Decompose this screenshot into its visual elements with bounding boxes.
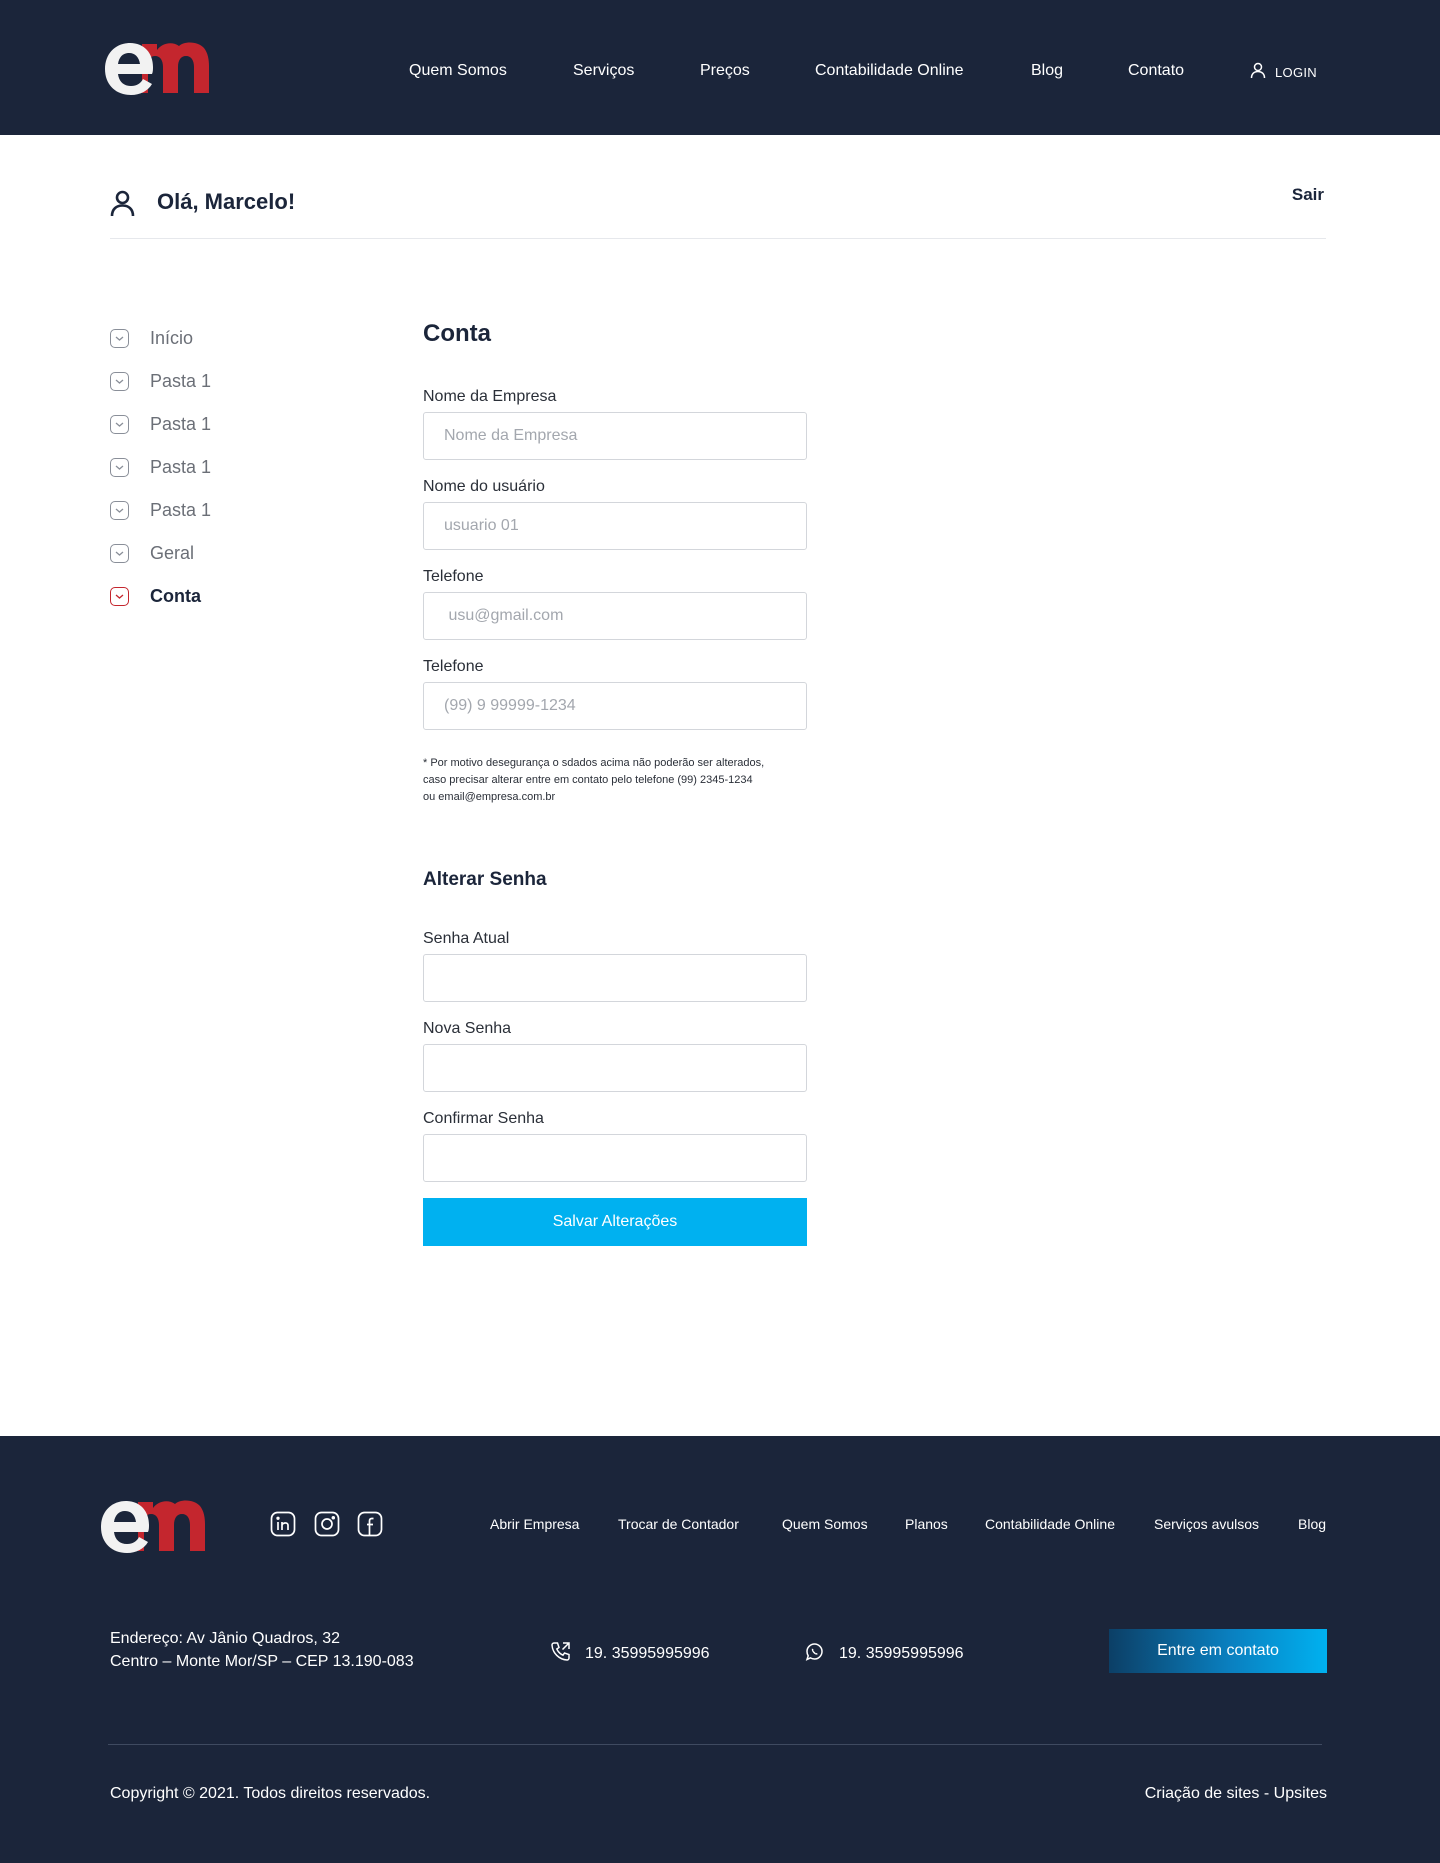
sidebar-item-label: Pasta 1 [150,413,212,434]
contact-us-button[interactable]: Entre em contato [1109,1629,1327,1673]
confirm-password-field[interactable] [423,1134,807,1182]
nav-contato[interactable]: Contato [1128,62,1184,80]
address-line: Centro – Monte Mor/SP – CEP 13.190-083 [110,1653,414,1670]
user-bar: Olá, Marcelo! Sair [110,184,1326,239]
company-name-label: Nome da Empresa [423,388,557,405]
sidebar-item-label: Início [150,327,194,348]
copyright-text: Copyright © 2021. Todos direitos reserva… [110,1785,431,1802]
user-icon [1250,62,1266,82]
nav-servicos[interactable]: Serviços [573,62,634,80]
footer-nav-servicos-avulsos[interactable]: Serviços avulsos [1154,1516,1259,1532]
sidebar-item-pasta-1[interactable]: Pasta 1 [110,366,350,396]
site-footer: Abrir Empresa Trocar de Contador Quem So… [0,1436,1440,1863]
linkedin-icon[interactable] [270,1511,296,1537]
username-label: Nome do usuário [423,478,545,495]
email-label: Telefone [423,568,484,585]
checkbox-icon [110,414,129,434]
note-line: ou email@empresa.com.br [423,791,556,803]
nav-precos[interactable]: Preços [700,62,750,80]
current-password-label: Senha Atual [423,930,510,947]
company-name-field[interactable] [423,412,807,460]
footer-nav-contabilidade-online[interactable]: Contabilidade Online [985,1516,1115,1532]
user-avatar-icon [110,190,135,222]
login-link[interactable]: LOGIN [1250,62,1317,82]
confirm-password-label: Confirmar Senha [423,1110,544,1127]
checkbox-icon [110,543,129,563]
nav-blog[interactable]: Blog [1031,62,1063,80]
current-password-field[interactable] [423,954,807,1002]
footer-nav-quem-somos[interactable]: Quem Somos [782,1516,868,1532]
checkbox-icon [110,371,129,391]
phone-number: 19. 35995995996 [585,1645,710,1662]
phone-contact[interactable]: 19. 35995995996 [550,1641,710,1667]
logout-link[interactable]: Sair [1292,185,1324,205]
checkbox-icon [110,328,129,348]
site-header: Quem Somos Serviços Preços Contabilidade… [0,0,1440,135]
address: Endereço: Av Jânio Quadros, 32 Centro – … [110,1627,414,1673]
sidebar-item-geral[interactable]: Geral [110,538,350,568]
brand-logo[interactable] [102,38,214,96]
login-label: LOGIN [1275,64,1317,80]
sidebar-item-pasta-4[interactable]: Pasta 1 [110,495,350,525]
greeting-text: Olá, Marcelo! [157,189,296,214]
whatsapp-number: 19. 35995995996 [839,1645,964,1662]
whatsapp-icon [804,1641,825,1667]
phone-field[interactable] [423,682,807,730]
credit-link[interactable]: Criação de sites - Upsites [1145,1785,1327,1803]
phone-label: Telefone [423,658,484,675]
account-title: Conta [423,320,491,347]
note-line: * Por motivo desegurança o sdados acima … [423,757,765,769]
phone-icon [550,1641,571,1667]
save-changes-button[interactable]: Salvar Alterações [423,1198,807,1246]
checkbox-icon [110,586,129,606]
sidebar-item-label: Geral [150,542,195,563]
address-line: Endereço: Av Jânio Quadros, 32 [110,1630,341,1647]
footer-nav-planos[interactable]: Planos [905,1516,948,1532]
sidebar-item-label: Pasta 1 [150,370,212,391]
sidebar-item-inicio[interactable]: Início [110,323,350,353]
footer-nav-abrir-empresa[interactable]: Abrir Empresa [490,1516,579,1532]
change-password-title: Alterar Senha [423,869,547,890]
nav-contabilidade-online[interactable]: Contabilidade Online [815,62,964,80]
nav-quem-somos[interactable]: Quem Somos [409,62,507,80]
sidebar-item-pasta-3[interactable]: Pasta 1 [110,452,350,482]
sidebar-item-conta[interactable]: Conta [110,581,350,611]
whatsapp-contact[interactable]: 19. 35995995996 [804,1641,964,1667]
footer-divider [108,1744,1322,1745]
new-password-field[interactable] [423,1044,807,1092]
checkbox-icon [110,457,129,477]
username-field[interactable] [423,502,807,550]
facebook-icon[interactable] [357,1511,383,1537]
instagram-icon[interactable] [314,1511,340,1537]
sidebar-item-label: Pasta 1 [150,499,212,520]
footer-logo[interactable] [98,1496,210,1554]
footer-nav-trocar-de-contador[interactable]: Trocar de Contador [618,1516,739,1532]
security-note: * Por motivo desegurança o sdados acima … [423,755,833,806]
footer-nav-blog[interactable]: Blog [1298,1516,1326,1532]
new-password-label: Nova Senha [423,1020,512,1037]
note-line: caso precisar alterar entre em contato p… [423,774,753,786]
sidebar-item-label: Conta [150,585,201,606]
sidebar-item-label: Pasta 1 [150,456,212,477]
sidebar-item-pasta-2[interactable]: Pasta 1 [110,409,350,439]
checkbox-icon [110,500,129,520]
email-field[interactable] [423,592,807,640]
